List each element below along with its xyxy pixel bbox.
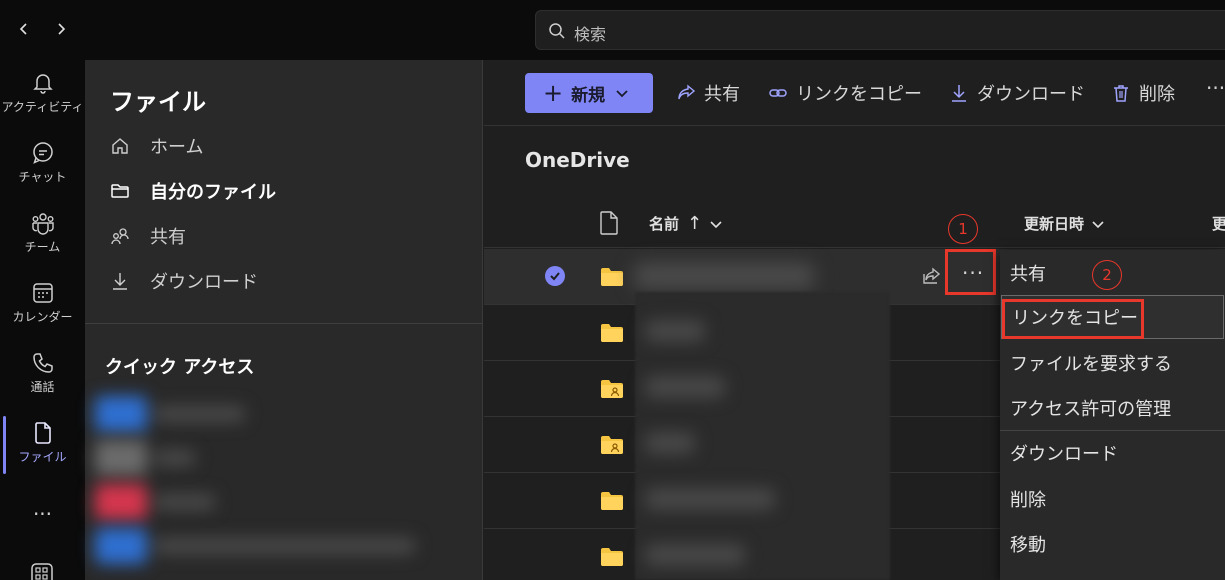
sidebar-item-label: 自分のファイル	[150, 182, 276, 203]
share-icon	[678, 84, 696, 100]
folder-icon	[601, 548, 623, 566]
quick-access-item[interactable]	[95, 440, 425, 476]
annotation-box-step1	[945, 249, 996, 295]
new-label: 新規	[571, 85, 606, 106]
sidebar-item-label: ホーム	[150, 137, 204, 158]
chevron-left-icon	[19, 23, 27, 35]
rail-item-calendar[interactable]: カレンダー	[0, 270, 85, 330]
home-icon	[112, 138, 128, 154]
menu-item-request-files[interactable]: ファイルを要求する	[1000, 341, 1225, 385]
folder-icon	[111, 184, 129, 198]
quick-access-item[interactable]	[95, 484, 425, 520]
download-icon	[113, 273, 127, 290]
phone-icon	[32, 353, 53, 373]
quick-access-title: クイック アクセス	[105, 357, 255, 378]
share-button[interactable]: 共有	[676, 80, 740, 106]
back-button[interactable]	[13, 18, 35, 40]
download-button[interactable]: ダウンロード	[949, 80, 1085, 106]
search-icon	[549, 23, 565, 39]
rail-item-calls[interactable]: 通話	[0, 340, 85, 400]
column-modified-label: 更新日時	[1024, 215, 1085, 233]
chevron-down-icon	[616, 90, 628, 98]
quick-access-item[interactable]	[95, 528, 425, 564]
column-modified[interactable]: 更新日時	[1024, 213, 1104, 234]
download-label: ダウンロード	[977, 84, 1085, 105]
column-name[interactable]: 名前 ↑	[649, 213, 722, 234]
sidebar-divider	[85, 323, 483, 324]
link-icon	[769, 89, 787, 97]
people-icon	[111, 228, 129, 245]
title-bar: 検索	[0, 0, 1225, 60]
sidebar-item-home[interactable]: ホーム	[110, 131, 203, 161]
share-label: 共有	[704, 84, 740, 105]
annotation-step2-badge: 2	[1092, 260, 1122, 290]
rail-item-activity[interactable]: アクティビティ	[0, 60, 85, 120]
sidebar-item-downloads[interactable]: ダウンロード	[110, 266, 258, 296]
quick-access-item[interactable]	[95, 396, 425, 432]
file-name[interactable]	[634, 263, 814, 289]
folder-icon	[601, 324, 623, 342]
chevron-down-icon	[1092, 220, 1104, 228]
shared-folder-icon	[601, 436, 623, 454]
search-input[interactable]: 検索	[574, 21, 606, 45]
folder-icon	[601, 492, 623, 510]
row-checkbox[interactable]	[545, 266, 565, 286]
copy-link-button[interactable]: リンクをコピー	[768, 80, 922, 106]
files-sidebar: ファイル ホーム 自分のファイル 共有 ダウンロード クイック アクセス	[85, 60, 483, 580]
menu-item-delete[interactable]: 削除	[1000, 477, 1225, 521]
breadcrumb[interactable]: OneDrive	[525, 148, 630, 172]
chevron-down-icon	[710, 220, 722, 228]
apps-icon[interactable]	[30, 562, 54, 580]
menu-item-download[interactable]: ダウンロード	[1000, 431, 1225, 475]
app-rail: アクティビティ チャット チーム カレンダー 通話 ファイル ···	[0, 60, 85, 580]
calendar-icon	[32, 283, 53, 303]
delete-button[interactable]: 削除	[1111, 80, 1175, 106]
annotation-box-step2	[1002, 299, 1144, 339]
rail-active-indicator	[3, 416, 6, 474]
menu-item-move[interactable]: 移動	[1000, 522, 1225, 566]
rail-item-teams[interactable]: チーム	[0, 200, 85, 260]
share-icon[interactable]	[920, 265, 942, 287]
rail-label: アクティビティ	[1, 100, 84, 114]
rail-label: チーム	[24, 240, 61, 254]
rail-label: チャット	[18, 170, 67, 184]
file-icon	[34, 422, 51, 444]
delete-label: 削除	[1139, 84, 1175, 105]
column-modified-by[interactable]: 更	[1212, 213, 1225, 234]
sidebar-title: ファイル	[110, 88, 206, 116]
sidebar-item-label: 共有	[150, 227, 186, 248]
column-name-label: 名前	[649, 215, 680, 233]
sidebar-item-label: ダウンロード	[150, 272, 258, 293]
rail-item-files[interactable]: ファイル	[0, 410, 85, 470]
checkmark-icon	[550, 272, 560, 281]
shared-folder-icon	[601, 380, 623, 398]
rail-more-button[interactable]: ···	[0, 502, 85, 526]
annotation-step1-badge: 1	[948, 214, 978, 244]
menu-item-manage-access[interactable]: アクセス許可の管理	[1000, 386, 1225, 430]
sidebar-item-shared[interactable]: 共有	[110, 221, 186, 251]
copy-link-label: リンクをコピー	[796, 84, 922, 105]
rail-item-chat[interactable]: チャット	[0, 130, 85, 190]
rail-label: ファイル	[18, 450, 67, 464]
search-box[interactable]: 検索	[535, 10, 1225, 50]
command-bar: + 新規 共有 リンクをコピー ダウンロード 削除 ···	[484, 60, 1225, 126]
rail-label: 通話	[30, 380, 55, 394]
sort-arrow: ↑	[687, 213, 703, 234]
redacted-names-panel	[635, 292, 890, 580]
file-type-icon	[600, 211, 618, 235]
folder-icon	[601, 268, 623, 286]
column-header: 名前 ↑ 更新日時 更	[484, 200, 1225, 248]
sidebar-item-my-files[interactable]: 自分のファイル	[110, 176, 276, 206]
forward-button[interactable]	[50, 18, 72, 40]
toolbar-more-button[interactable]: ···	[1206, 76, 1225, 100]
plus-icon: +	[543, 79, 564, 107]
download-icon	[952, 85, 966, 102]
new-button[interactable]: + 新規	[525, 73, 653, 113]
chat-icon	[32, 142, 53, 164]
chevron-right-icon	[58, 23, 66, 35]
bell-icon	[32, 74, 53, 94]
teams-icon	[31, 213, 54, 235]
rail-label: カレンダー	[12, 310, 73, 324]
trash-icon	[1114, 85, 1128, 102]
